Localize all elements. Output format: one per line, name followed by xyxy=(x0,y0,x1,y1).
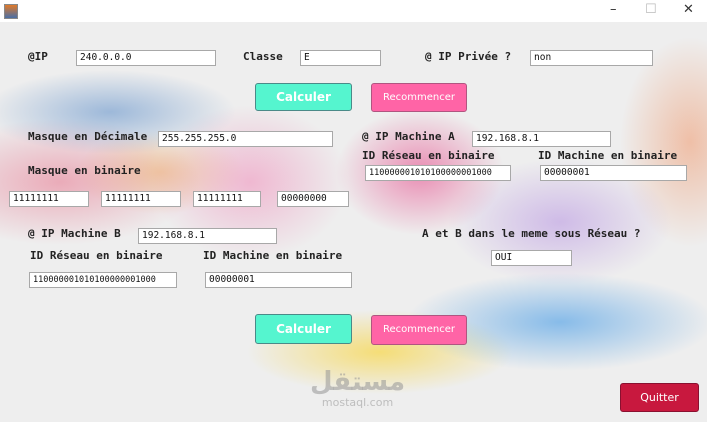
a-reseau-label: ID Réseau en binaire xyxy=(362,149,495,162)
classe-label: Classe xyxy=(243,50,283,63)
title-bar: – ☐ ✕ xyxy=(0,0,707,22)
ip-input[interactable]: 240.0.0.0 xyxy=(76,50,216,66)
a-machine-label: ID Machine en binaire xyxy=(538,149,678,162)
ip-privee-input[interactable]: non xyxy=(530,50,653,66)
a-reseau-input[interactable]: 110000001010100000001000 xyxy=(365,165,511,181)
recommencer-button-top[interactable]: Recommencer xyxy=(371,83,467,112)
ip-machine-b-label: @ IP Machine B xyxy=(28,227,121,240)
watermark-arabic: مستقل xyxy=(310,367,406,397)
calculer-button-top[interactable]: Calculer xyxy=(255,83,352,111)
calculer-button-bottom[interactable]: Calculer xyxy=(255,314,352,344)
minimize-button[interactable]: – xyxy=(610,2,617,17)
masque-decimale-input[interactable]: 255.255.255.0 xyxy=(158,131,333,147)
ip-machine-b-input[interactable]: 192.168.8.1 xyxy=(138,228,277,244)
b-reseau-input[interactable]: 110000001010100000001000 xyxy=(29,272,177,288)
ip-privee-label: @ IP Privée ? xyxy=(425,50,512,63)
masque-binaire-octet-2[interactable]: 11111111 xyxy=(101,191,181,207)
masque-binaire-octet-1[interactable]: 11111111 xyxy=(9,191,89,207)
close-button[interactable]: ✕ xyxy=(683,2,694,17)
a-machine-input[interactable]: 00000001 xyxy=(540,165,687,181)
ip-machine-a-label: @ IP Machine A xyxy=(362,130,455,143)
masque-decimale-label: Masque en Décimale xyxy=(28,130,148,143)
masque-binaire-octet-3[interactable]: 11111111 xyxy=(193,191,261,207)
ip-label: @IP xyxy=(28,50,48,63)
quitter-button[interactable]: Quitter xyxy=(620,383,699,412)
b-reseau-label: ID Réseau en binaire xyxy=(30,249,163,262)
b-machine-label: ID Machine en binaire xyxy=(203,249,343,262)
b-machine-input[interactable]: 00000001 xyxy=(205,272,352,288)
recommencer-button-bottom[interactable]: Recommencer xyxy=(371,315,467,345)
meme-reseau-label: A et B dans le meme sous Réseau ? xyxy=(422,227,641,240)
java-app-icon xyxy=(4,4,18,19)
watermark-latin: mostaql.com xyxy=(321,396,394,409)
background-swirl xyxy=(0,22,707,422)
classe-input[interactable]: E xyxy=(300,50,381,66)
masque-binaire-label: Masque en binaire xyxy=(28,164,141,177)
ip-machine-a-input[interactable]: 192.168.8.1 xyxy=(472,131,611,147)
masque-binaire-octet-4[interactable]: 00000000 xyxy=(277,191,349,207)
maximize-button[interactable]: ☐ xyxy=(645,2,657,17)
meme-reseau-input[interactable]: OUI xyxy=(491,250,572,266)
mostaql-watermark: مستقل mostaql.com xyxy=(310,368,405,409)
